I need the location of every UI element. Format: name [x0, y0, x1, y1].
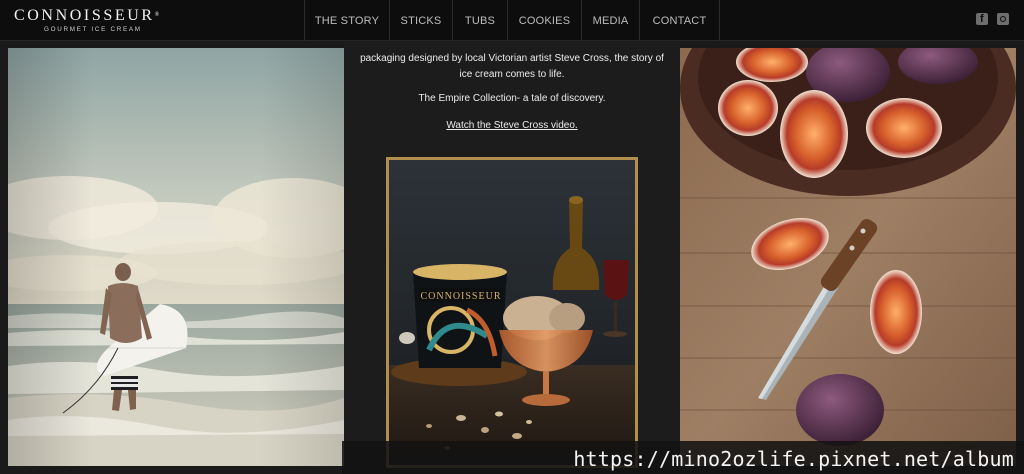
story-panel: packaging designed by local Victorian ar…	[344, 41, 680, 474]
nav-item-tubs[interactable]: TUBS	[453, 0, 508, 41]
top-navigation-bar: CONNOISSEUR® GOURMET ICE CREAM THE STORY…	[0, 0, 1024, 41]
collection-tagline: The Empire Collection- a tale of discove…	[418, 93, 606, 104]
story-text: packaging designed by local Victorian ar…	[360, 53, 664, 80]
brand-logo[interactable]: CONNOISSEUR® GOURMET ICE CREAM	[14, 7, 184, 37]
facebook-icon[interactable]: f	[976, 13, 988, 25]
nav-item-cookies[interactable]: COOKIES	[508, 0, 582, 41]
main-menu: THE STORY STICKS TUBS COOKIES MEDIA CONT…	[304, 0, 720, 41]
nav-item-sticks[interactable]: STICKS	[390, 0, 453, 41]
watermark-url: https://mino2ozlife.pixnet.net/album	[573, 447, 1014, 471]
video-link-container: Watch the Steve Cross video.	[360, 120, 664, 131]
watermark-bar: https://mino2ozlife.pixnet.net/album	[342, 441, 1024, 474]
nav-item-media[interactable]: MEDIA	[582, 0, 640, 41]
brand-subtitle: GOURMET ICE CREAM	[44, 26, 142, 33]
tub-label: CONNOISSEUR	[420, 291, 501, 302]
instagram-icon[interactable]	[997, 13, 1009, 25]
nav-item-contact[interactable]: CONTACT	[640, 0, 720, 41]
brand-name: CONNOISSEUR®	[14, 7, 160, 24]
nav-item-the-story[interactable]: THE STORY	[305, 0, 390, 41]
steve-cross-video-link[interactable]: Watch the Steve Cross video.	[446, 120, 577, 131]
product-photo: CONNOISSEUR	[386, 157, 638, 468]
figs-photo	[680, 48, 1016, 466]
surfer-photo	[8, 48, 344, 466]
